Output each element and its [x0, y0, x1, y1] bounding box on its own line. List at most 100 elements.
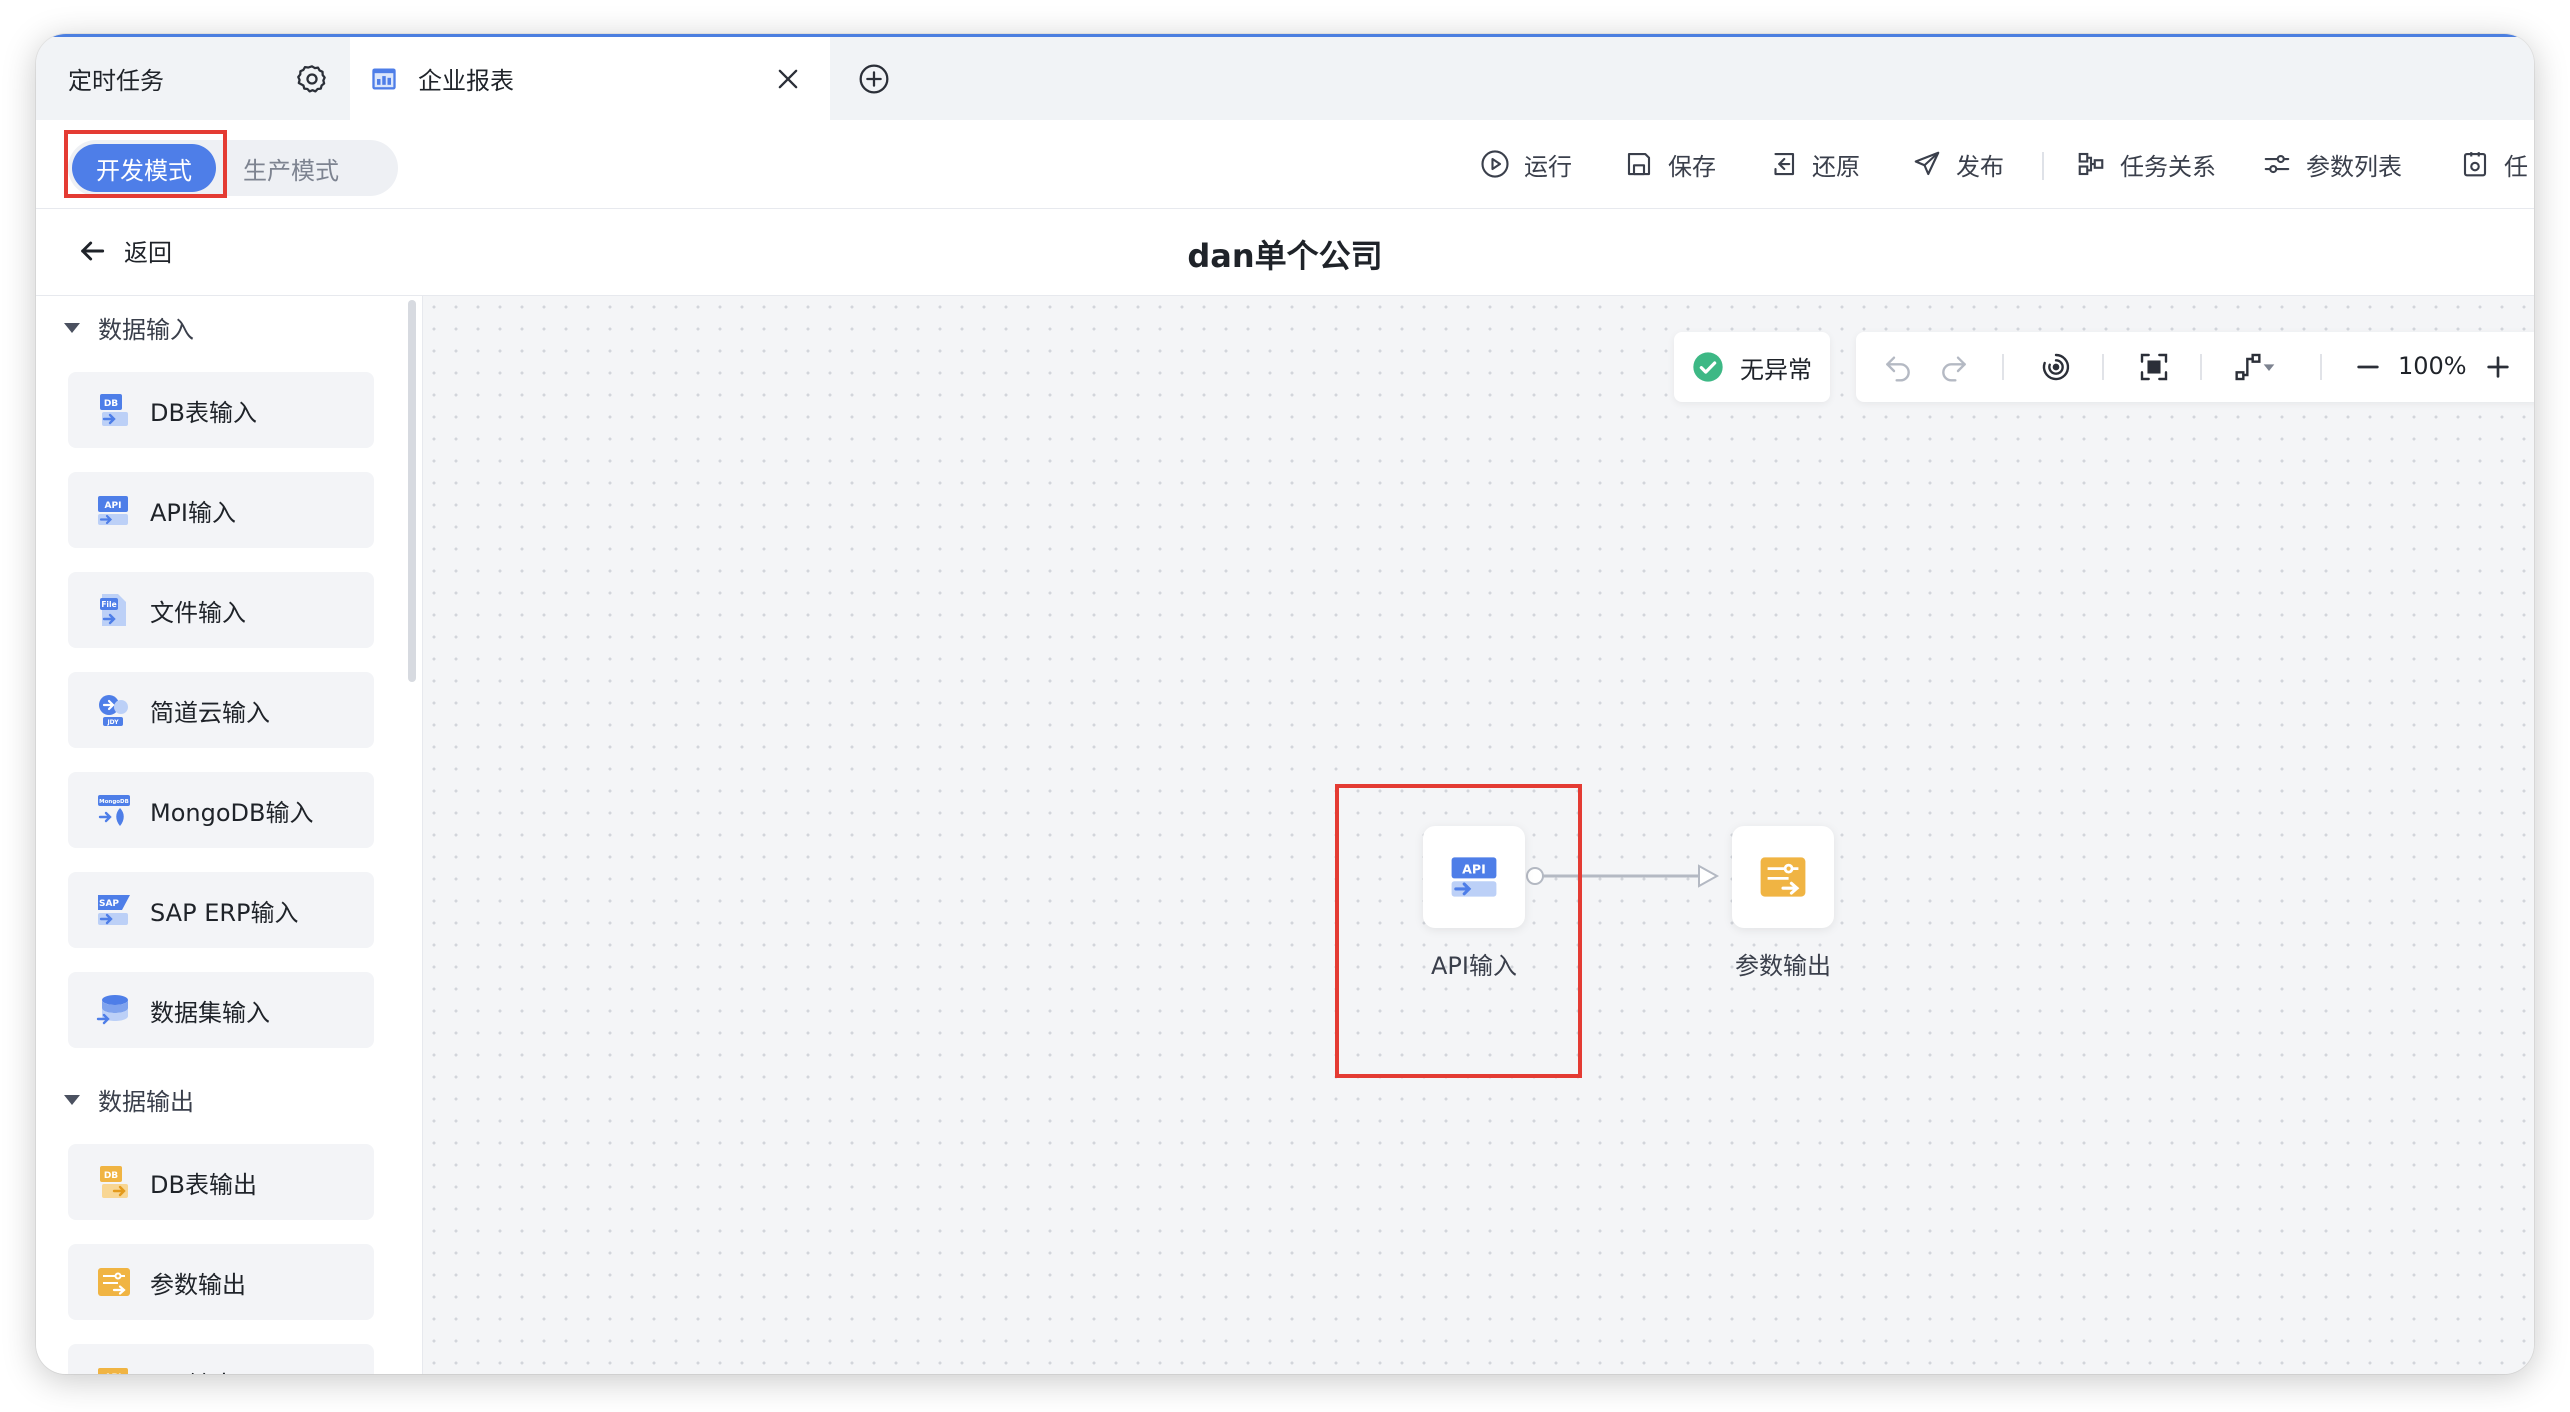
controls-divider — [2200, 354, 2202, 380]
sidebar-item-mongodb-input[interactable]: MongoDB MongoDB输入 — [68, 772, 374, 848]
item-label: MongoDB输入 — [150, 798, 314, 827]
tab-enterprise-report[interactable]: 企业报表 — [350, 37, 830, 120]
gear-icon[interactable] — [296, 63, 328, 95]
close-icon[interactable] — [774, 65, 802, 93]
sidebar-item-api-output[interactable]: API API输出 — [68, 1344, 374, 1374]
save-label: 保存 — [1668, 152, 1716, 181]
svg-text:File: File — [101, 600, 116, 609]
send-icon — [1914, 151, 1940, 176]
api-output-icon: API — [98, 1368, 128, 1374]
canvas-controls: 100% — [1856, 332, 2534, 402]
restore-label: 还原 — [1812, 152, 1860, 181]
item-label: DB表输入 — [150, 398, 257, 427]
node-param-output[interactable] — [1732, 826, 1834, 928]
section-header-input[interactable]: 数据输入 — [64, 310, 194, 345]
item-label: API输出 — [150, 1365, 236, 1375]
svg-text:DB: DB — [104, 399, 118, 409]
publish-label: 发布 — [1956, 152, 2004, 181]
param-list-button[interactable]: 参数列表 — [2262, 146, 2402, 182]
item-label: SAP ERP输入 — [150, 898, 299, 927]
arrowhead-icon — [1698, 864, 1720, 888]
component-sidebar: 数据输入 DB DB表输入 API API输入 File 文件输入 JDY 简道… — [36, 296, 423, 1374]
item-label: 参数输出 — [150, 1270, 246, 1299]
title-bar: 返回 dan单个公司 — [36, 209, 2534, 296]
jdy-input-icon: JDY — [99, 695, 128, 726]
sliders-icon — [2264, 154, 2290, 174]
param-output-icon — [98, 1268, 130, 1296]
sidebar-item-dataset-input[interactable]: 数据集输入 — [68, 972, 374, 1048]
item-label: DB表输出 — [150, 1170, 257, 1199]
status-text: 无异常 — [1740, 355, 1812, 384]
sidebar-item-db-input[interactable]: DB DB表输入 — [68, 372, 374, 448]
caret-down-icon — [64, 322, 80, 333]
play-icon — [1481, 150, 1509, 178]
task-relations-button[interactable]: 任务关系 — [2076, 146, 2216, 182]
highlight-box-mode — [64, 130, 227, 198]
tab-label: 企业报表 — [418, 67, 514, 95]
toolbar: 开发模式 生产模式 运行 保存 还原 发布 任务关系 参数列表 任 — [36, 120, 2534, 209]
report-icon — [372, 68, 396, 90]
tab-label: 定时任务 — [68, 67, 164, 95]
svg-text:API: API — [105, 1373, 122, 1374]
add-tab-icon[interactable] — [858, 63, 890, 95]
relations-icon — [2078, 152, 2104, 176]
tab-scheduled-tasks[interactable]: 定时任务 — [36, 37, 350, 120]
check-circle-icon — [1693, 352, 1723, 382]
api-input-icon: API — [98, 496, 128, 525]
sidebar-item-sap-input[interactable]: SAP SAP ERP输入 — [68, 872, 374, 948]
sidebar-item-jdy-input[interactable]: JDY 简道云输入 — [68, 672, 374, 748]
tab-bar: 定时任务 企业报表 — [36, 37, 2534, 120]
zoom-level: 100% — [2398, 352, 2467, 380]
save-button[interactable]: 保存 — [1624, 146, 1716, 182]
redo-icon[interactable] — [1938, 351, 1970, 383]
restore-icon — [1774, 152, 1795, 176]
flow-canvas[interactable]: 无异常 100% API API输入 参数输出 — [423, 296, 2534, 1374]
db-output-icon: DB — [100, 1166, 128, 1198]
node-label: 参数输出 — [1735, 952, 1831, 980]
caret-down-icon — [64, 1094, 80, 1105]
mongodb-input-icon: MongoDB — [98, 795, 130, 826]
page-title: dan单个公司 — [1187, 237, 1383, 275]
highlight-box-node — [1335, 784, 1582, 1078]
toolbar-divider — [2042, 152, 2044, 180]
validation-status[interactable]: 无异常 — [1674, 332, 1830, 402]
controls-divider — [2320, 354, 2322, 380]
controls-divider — [2002, 354, 2004, 380]
fit-view-icon[interactable] — [2138, 351, 2170, 383]
sidebar-scrollbar[interactable] — [408, 300, 416, 682]
sidebar-item-api-input[interactable]: API API输入 — [68, 472, 374, 548]
param-list-label: 参数列表 — [2306, 152, 2402, 181]
item-label: 数据集输入 — [150, 998, 270, 1027]
section-header-output[interactable]: 数据输出 — [64, 1082, 194, 1117]
sap-input-icon: SAP — [98, 895, 130, 925]
zoom-out-icon[interactable] — [2352, 351, 2384, 383]
prod-mode-button[interactable]: 生产模式 — [216, 144, 366, 192]
run-button[interactable]: 运行 — [1480, 146, 1572, 182]
param-output-icon — [1760, 857, 1806, 897]
layout-icon[interactable] — [2040, 351, 2072, 383]
restore-button[interactable]: 还原 — [1768, 146, 1860, 182]
chevron-down-icon[interactable] — [2260, 351, 2278, 383]
sidebar-item-param-output[interactable]: 参数输出 — [68, 1244, 374, 1320]
task-more-label: 任 — [2504, 152, 2528, 181]
sidebar-item-db-output[interactable]: DB DB表输出 — [68, 1144, 374, 1220]
section-title: 数据输出 — [98, 1088, 194, 1116]
controls-divider — [2102, 354, 2104, 380]
item-label: API输入 — [150, 498, 236, 527]
task-more-button[interactable]: 任 — [2460, 146, 2528, 182]
item-label: 文件输入 — [150, 598, 246, 627]
item-label: 简道云输入 — [150, 698, 270, 727]
file-input-icon: File — [100, 594, 126, 626]
task-relations-label: 任务关系 — [2120, 152, 2216, 181]
zoom-in-icon[interactable] — [2482, 351, 2514, 383]
dataset-input-icon — [96, 995, 128, 1025]
db-input-icon: DB — [100, 394, 128, 426]
run-label: 运行 — [1524, 152, 1572, 181]
publish-button[interactable]: 发布 — [1912, 146, 2004, 182]
sidebar-item-file-input[interactable]: File 文件输入 — [68, 572, 374, 648]
undo-icon[interactable] — [1882, 351, 1914, 383]
section-title: 数据输入 — [98, 316, 194, 344]
svg-text:API: API — [105, 501, 122, 511]
svg-text:SAP: SAP — [99, 899, 119, 909]
svg-text:JDY: JDY — [106, 719, 119, 726]
